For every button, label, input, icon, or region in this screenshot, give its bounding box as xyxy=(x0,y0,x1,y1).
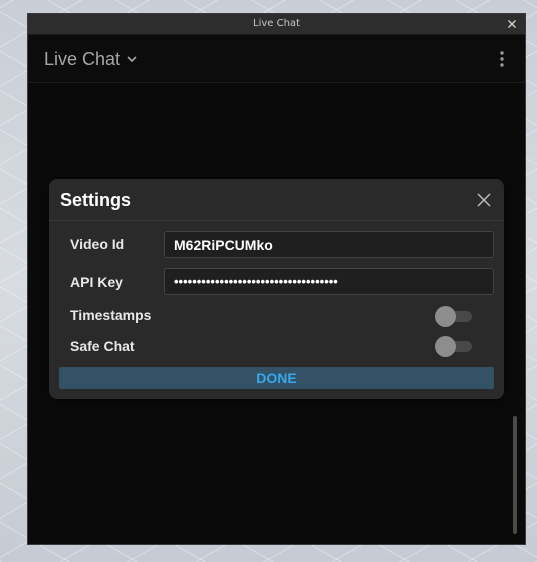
window-title: Live Chat xyxy=(253,18,300,29)
settings-title: Settings xyxy=(60,190,132,210)
toggle-knob xyxy=(435,336,456,357)
video-id-label: Video Id xyxy=(70,236,125,252)
window-close-icon[interactable] xyxy=(505,17,519,31)
safe-chat-label: Safe Chat xyxy=(70,338,135,354)
close-icon[interactable] xyxy=(477,193,491,207)
chat-scrollbar[interactable] xyxy=(513,416,517,534)
timestamps-toggle[interactable] xyxy=(435,306,474,327)
timestamps-label: Timestamps xyxy=(70,307,152,323)
more-vertical-icon[interactable] xyxy=(497,49,507,69)
done-button[interactable]: DONE xyxy=(59,367,494,389)
chat-title: Live Chat xyxy=(44,49,121,69)
window-titlebar: Live Chat xyxy=(28,14,525,35)
settings-dialog: Settings Video Id API Key ••••••••••••••… xyxy=(49,179,504,399)
settings-header: Settings xyxy=(49,179,504,221)
api-key-label: API Key xyxy=(70,274,123,290)
video-id-input[interactable] xyxy=(164,231,494,258)
api-key-input[interactable]: •••••••••••••••••••••••••••••••••••• xyxy=(164,268,494,295)
chat-header: Live Chat xyxy=(28,35,525,83)
chevron-down-icon xyxy=(127,56,137,63)
toggle-knob xyxy=(435,306,456,327)
safe-chat-toggle[interactable] xyxy=(435,336,474,357)
chat-title-dropdown[interactable]: Live Chat xyxy=(44,35,138,83)
